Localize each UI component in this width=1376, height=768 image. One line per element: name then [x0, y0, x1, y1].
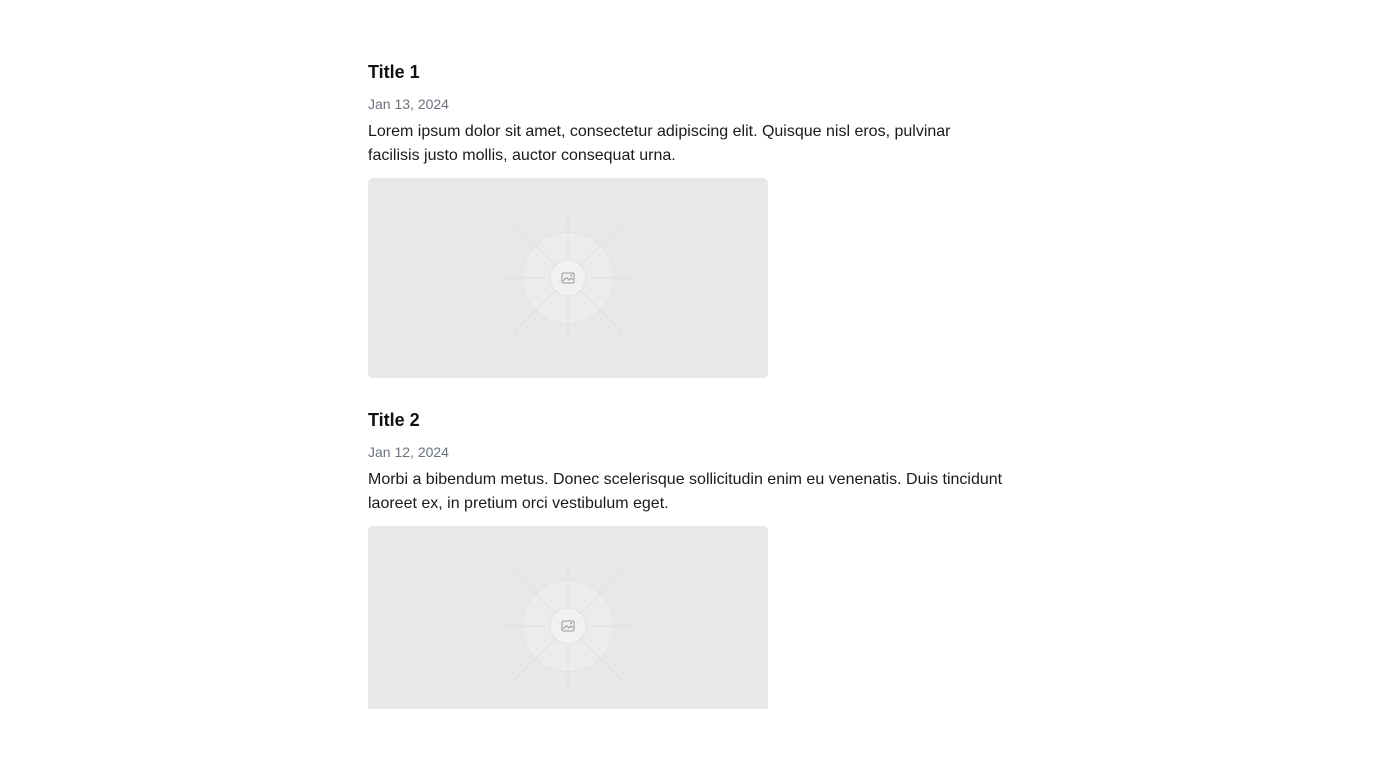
post-excerpt: Lorem ipsum dolor sit amet, consectetur …	[368, 123, 951, 164]
viewport-bottom-edge	[0, 709, 1376, 768]
post-title[interactable]: Title 1	[368, 56, 1008, 88]
post-card: Title 1 Jan 13, 2024 Lorem ipsum dolor s…	[368, 56, 1008, 378]
image-placeholder-icon	[503, 213, 633, 343]
post-image-placeholder[interactable]	[368, 526, 768, 726]
post-title[interactable]: Title 2	[368, 404, 1008, 436]
post-date: Jan 12, 2024	[368, 444, 449, 460]
post-date: Jan 13, 2024	[368, 96, 449, 112]
post-image-placeholder[interactable]	[368, 178, 768, 378]
post-feed: Title 1 Jan 13, 2024 Lorem ipsum dolor s…	[368, 56, 1008, 726]
post-card: Title 2 Jan 12, 2024 Morbi a bibendum me…	[368, 404, 1008, 726]
post-excerpt: Morbi a bibendum metus. Donec scelerisqu…	[368, 471, 1003, 512]
image-placeholder-icon	[503, 561, 633, 691]
